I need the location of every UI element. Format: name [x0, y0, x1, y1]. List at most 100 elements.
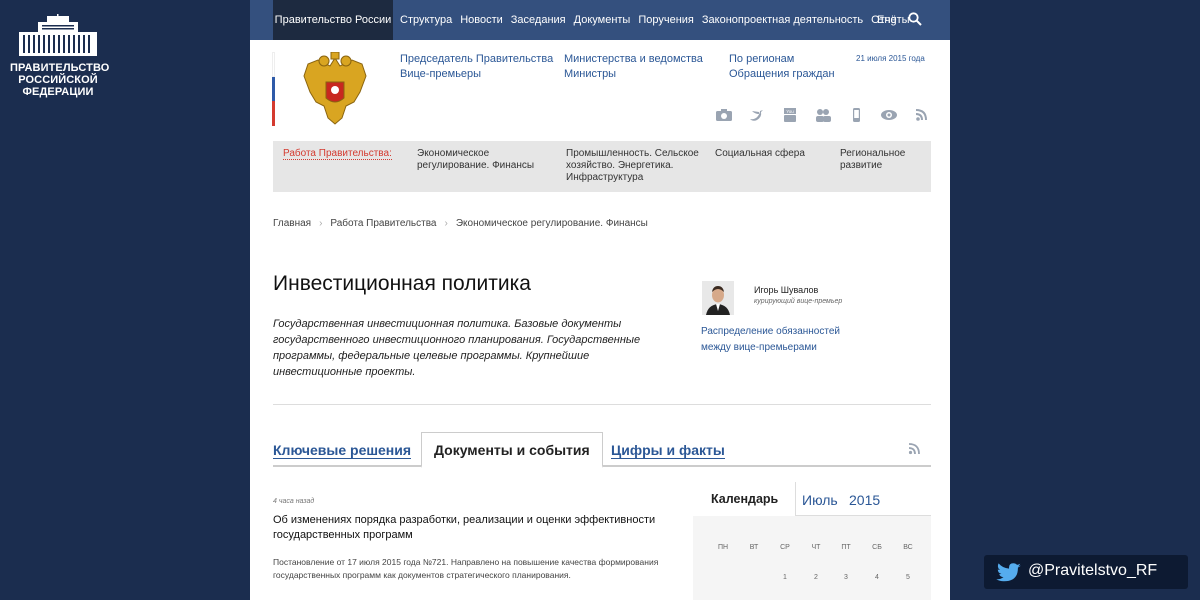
calendar-label: Календарь — [711, 492, 779, 506]
page-title: Инвестиционная политика — [273, 272, 531, 295]
nav-item-documents[interactable]: Документы — [574, 0, 631, 40]
emblem-label-line-1: ПРАВИТЕЛЬСТВО — [10, 62, 110, 74]
workbar-item-regional-line-1: Региональное — [840, 148, 906, 159]
news-title-link[interactable]: Об изменениях порядка разработки, реализ… — [273, 513, 683, 543]
header-links-col-1: Председатель Правительства Вице-премьеры — [400, 52, 553, 82]
nav-item-instructions[interactable]: Поручения — [638, 0, 694, 40]
rss-icon[interactable] — [913, 108, 931, 122]
eye-icon[interactable] — [880, 108, 898, 122]
workbar-item-industry-line-2: хозяйство. Энергетика. — [566, 160, 674, 171]
youtube-icon[interactable]: You — [781, 108, 799, 122]
link-vice-premiers[interactable]: Вице-премьеры — [400, 67, 553, 82]
section-divider — [273, 404, 931, 405]
svg-text:You: You — [786, 109, 794, 114]
twitter-handle: @Pravitelstvo_RF — [1028, 562, 1158, 579]
government-work-bar: Работа Правительства: Экономическое регу… — [273, 141, 931, 192]
chevron-right-icon: › — [319, 218, 323, 229]
calendar-month-selector: Июль 2015 — [795, 482, 931, 516]
calendar-grid: ПН ВТ СР ЧТ ПТ СБ ВС 1 2 3 4 5 — [693, 516, 931, 600]
search-icon[interactable] — [908, 12, 922, 26]
calendar-day[interactable]: 2 — [806, 574, 826, 581]
page-panel: Правительство России Структура Новости З… — [250, 0, 950, 600]
tab-facts-figures-label: Цифры и факты — [611, 442, 725, 459]
nav-items: Структура Новости Заседания Документы По… — [400, 0, 918, 40]
weekday-sun: ВС — [903, 544, 913, 551]
breadcrumb-current: Экономическое регулирование. Финансы — [455, 218, 648, 229]
workbar-item-social[interactable]: Социальная сфера — [715, 148, 805, 160]
workbar-item-industry-line-3: Инфраструктура — [566, 172, 644, 183]
users-icon[interactable] — [814, 108, 832, 122]
government-building-icon — [19, 14, 97, 56]
russian-flag-strip — [272, 52, 275, 126]
camera-icon[interactable] — [715, 108, 733, 122]
weekday-sat: СБ — [872, 544, 882, 551]
emblem-label-line-3: ФЕДЕРАЦИИ — [22, 86, 94, 98]
header-links-col-2: Министерства и ведомства Министры — [564, 52, 703, 82]
workbar-item-economy[interactable]: Экономическое регулирование. Финансы — [417, 148, 534, 172]
header-links-col-3: По регионам Обращения граждан — [729, 52, 835, 82]
nav-item-legislation[interactable]: Законопроектная деятельность — [702, 0, 863, 40]
rss-icon[interactable] — [908, 443, 920, 455]
top-navigation: Правительство России Структура Новости З… — [250, 0, 950, 40]
social-icons: You — [715, 108, 931, 122]
tab-key-decisions[interactable]: Ключевые решения — [273, 433, 412, 467]
person-role: курирующий вице-премьер — [754, 298, 843, 305]
breadcrumb-government-work[interactable]: Работа Правительства — [330, 218, 436, 229]
person-name[interactable]: Игорь Шувалов — [754, 285, 818, 295]
twitter-bird-icon — [996, 563, 1021, 582]
breadcrumb-home[interactable]: Главная — [273, 218, 311, 229]
nav-item-meetings[interactable]: Заседания — [511, 0, 566, 40]
workbar-label[interactable]: Работа Правительства: — [283, 148, 392, 160]
coat-of-arms-icon[interactable] — [300, 52, 370, 128]
mobile-icon[interactable] — [847, 108, 865, 122]
tab-facts-figures[interactable]: Цифры и факты — [611, 433, 725, 467]
calendar-widget: Календарь Июль 2015 ПН ВТ СР ЧТ ПТ СБ ВС… — [693, 482, 931, 600]
tab-key-decisions-label: Ключевые решения — [273, 442, 412, 459]
workbar-item-regional-line-2: развитие — [840, 160, 883, 171]
content-tabs: Ключевые решения Документы и события Циф… — [273, 432, 931, 468]
avatar[interactable] — [702, 281, 734, 315]
workbar-item-economy-line-2: регулирование. Финансы — [417, 160, 535, 171]
duties-link-line-1: Распределение обязанностей — [701, 326, 840, 337]
link-chairman[interactable]: Председатель Правительства — [400, 52, 553, 67]
current-date: 21 июля 2015 года — [856, 54, 925, 63]
tab-documents-events[interactable]: Документы и события — [421, 432, 603, 468]
workbar-item-social-line-1: Социальная сфера — [715, 148, 805, 159]
link-citizen-appeals[interactable]: Обращения граждан — [729, 67, 835, 82]
workbar-item-economy-line-1: Экономическое — [417, 148, 490, 159]
workbar-item-industry-line-1: Промышленность. Сельское — [566, 148, 699, 159]
chevron-right-icon: › — [444, 218, 448, 229]
news-item: 4 часа назад Об изменениях порядка разра… — [273, 498, 683, 582]
language-switch[interactable]: Eng — [877, 0, 897, 40]
twitter-handle-badge[interactable]: @Pravitelstvo_RF — [984, 555, 1188, 589]
calendar-day[interactable]: 5 — [898, 574, 918, 581]
nav-item-news[interactable]: Новости — [460, 0, 503, 40]
government-emblem[interactable]: ПРАВИТЕЛЬСТВО РОССИЙСКОЙ ФЕДЕРАЦИИ — [10, 14, 110, 98]
link-ministers[interactable]: Министры — [564, 67, 703, 82]
news-summary: Постановление от 17 июля 2015 года №721.… — [273, 557, 659, 580]
calendar-year[interactable]: 2015 — [849, 492, 880, 508]
duties-link-line-2: между вице-премьерами — [701, 342, 817, 353]
calendar-day[interactable]: 4 — [867, 574, 887, 581]
emblem-label-line-2: РОССИЙСКОЙ — [18, 74, 98, 86]
weekday-thu: ЧТ — [811, 544, 821, 551]
link-ministries[interactable]: Министерства и ведомства — [564, 52, 703, 67]
weekday-mon: ПН — [717, 544, 729, 551]
duties-link[interactable]: Распределение обязанностей между вице-пр… — [701, 324, 881, 356]
weekday-wed: СР — [780, 544, 790, 551]
page-description: Государственная инвестиционная политика.… — [273, 318, 641, 378]
workbar-item-industry[interactable]: Промышленность. Сельское хозяйство. Энер… — [566, 148, 699, 184]
nav-item-structure[interactable]: Структура — [400, 0, 452, 40]
twitter-icon[interactable] — [748, 108, 766, 122]
calendar-header: Календарь Июль 2015 — [693, 482, 931, 516]
calendar-day[interactable]: 3 — [836, 574, 856, 581]
weekday-tue: ВТ — [749, 544, 759, 551]
breadcrumb: Главная › Работа Правительства › Экономи… — [273, 218, 648, 229]
weekday-fri: ПТ — [841, 544, 851, 551]
news-time: 4 часа назад — [273, 498, 315, 505]
calendar-month[interactable]: Июль — [802, 492, 838, 508]
nav-brand-link[interactable]: Правительство России — [273, 0, 393, 40]
link-by-region[interactable]: По регионам — [729, 52, 835, 67]
calendar-day[interactable]: 1 — [775, 574, 795, 581]
workbar-item-regional[interactable]: Региональное развитие — [840, 148, 905, 172]
